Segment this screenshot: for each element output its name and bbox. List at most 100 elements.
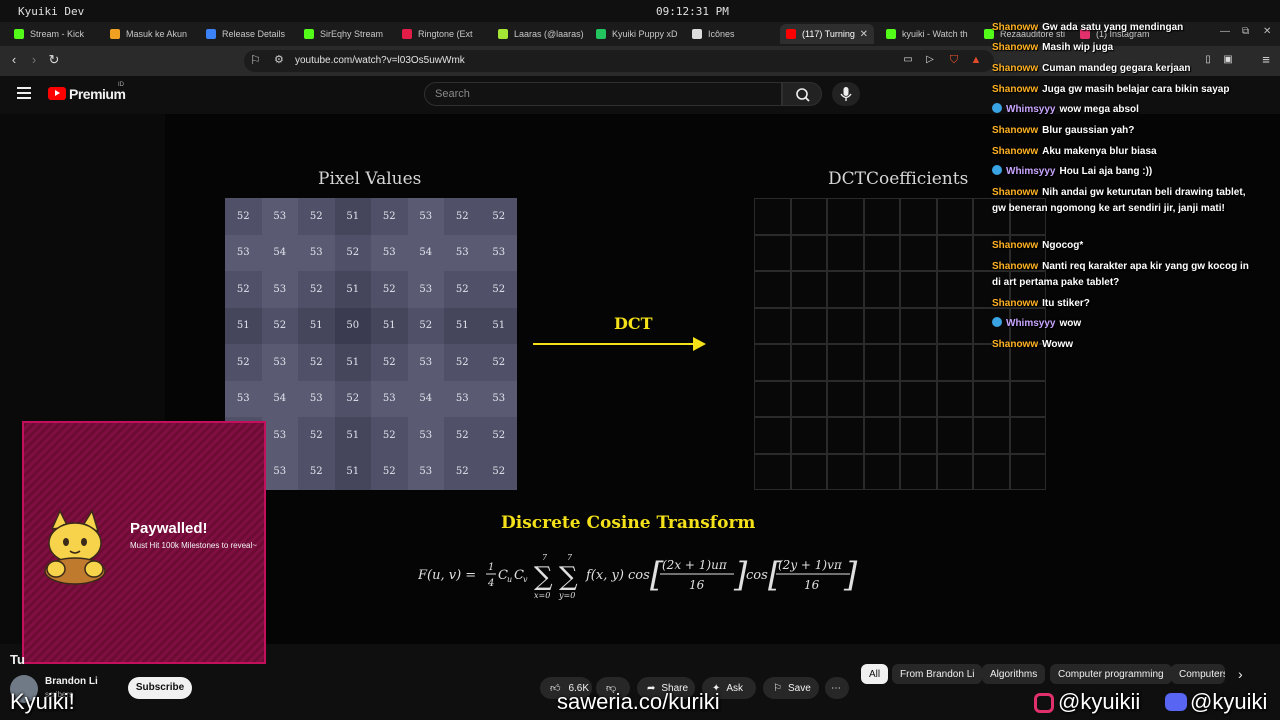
send-icon[interactable]: ▷ bbox=[922, 52, 938, 68]
search-button[interactable] bbox=[782, 82, 822, 106]
search-input[interactable]: Search bbox=[424, 82, 782, 106]
saweria-link: saweria.co/kuriki bbox=[557, 689, 720, 714]
pixel-cell: 51 bbox=[334, 198, 371, 235]
pixel-cell: 51 bbox=[225, 307, 262, 344]
browser-tab[interactable]: Kyuiki Puppy xD bbox=[590, 24, 680, 44]
tab-label: Icônes bbox=[708, 29, 735, 39]
more-actions-button[interactable]: ⋯ bbox=[825, 677, 849, 699]
forward-icon[interactable]: › bbox=[26, 52, 42, 68]
pixel-cell: 52 bbox=[298, 453, 335, 490]
pixel-cell: 52 bbox=[225, 198, 262, 235]
address-bar[interactable]: ⚐ ⚙ youtube.com/watch?v=l03Os5uwWmk bbox=[244, 50, 994, 72]
rewards-icon[interactable]: ▲ bbox=[968, 52, 984, 68]
chip-computers[interactable]: Computers bbox=[1171, 664, 1225, 684]
dct-arrow-label: DCT bbox=[614, 314, 653, 333]
pixel-cell: 50 bbox=[334, 307, 371, 344]
dct-cell bbox=[863, 198, 900, 235]
chat-message: Shanoww Woww bbox=[992, 337, 1254, 353]
chat-message: Shanoww Gw ada satu yang mendingan bbox=[992, 20, 1254, 36]
chat-username: Shanoww bbox=[992, 261, 1039, 272]
dct-cell bbox=[790, 271, 827, 308]
chip-all[interactable]: All bbox=[861, 664, 889, 684]
dct-cell bbox=[790, 453, 827, 490]
browser-tab[interactable]: Ringtone (Ext bbox=[396, 24, 488, 44]
dct-cell bbox=[1009, 380, 1046, 417]
pixel-cell: 53 bbox=[407, 271, 444, 308]
dct-cell bbox=[754, 344, 791, 381]
system-bar: Kyuiki Dev 09:12:31 PM bbox=[0, 0, 1280, 22]
pixel-cell: 53 bbox=[225, 234, 262, 271]
pixel-cell: 54 bbox=[261, 380, 298, 417]
dct-cell bbox=[973, 453, 1010, 490]
pixel-cell: 52 bbox=[444, 271, 481, 308]
dct-arrow bbox=[533, 343, 695, 345]
guide-menu-icon[interactable] bbox=[17, 87, 31, 99]
chip-algorithms[interactable]: Algorithms bbox=[982, 664, 1046, 684]
dct-cell bbox=[827, 344, 864, 381]
brave-shield-icon[interactable]: ⛉ bbox=[946, 52, 962, 68]
kick-icon bbox=[304, 29, 314, 39]
chat-message: Shanoww Juga gw masih belajar cara bikin … bbox=[992, 82, 1254, 98]
pixel-cell: 52 bbox=[371, 453, 408, 490]
chat-message: Shanoww Masih wip juga bbox=[992, 40, 1254, 56]
dct-cell bbox=[936, 198, 973, 235]
dct-cell bbox=[790, 344, 827, 381]
browser-tab[interactable]: SirEqhy Stream bbox=[298, 24, 388, 44]
dct-cell bbox=[936, 380, 973, 417]
channel-name[interactable]: Brandon Li bbox=[45, 676, 98, 687]
pixel-cell: 53 bbox=[225, 380, 262, 417]
pixel-cell: 52 bbox=[298, 417, 335, 454]
close-window-icon[interactable]: ✕ bbox=[1263, 26, 1271, 37]
chip-from-channel[interactable]: From Brandon Li bbox=[892, 664, 983, 684]
site-info-icon[interactable]: ⚙ bbox=[274, 53, 284, 66]
pixel-cell: 52 bbox=[444, 417, 481, 454]
subscribe-button[interactable]: Subscribe bbox=[128, 677, 192, 699]
dct-cell bbox=[863, 453, 900, 490]
ask-label: Ask bbox=[726, 682, 744, 694]
close-tab-icon[interactable]: ✕ bbox=[860, 29, 868, 40]
more-icon: ⋯ bbox=[831, 682, 841, 694]
instagram-handle: @kyuikii bbox=[1058, 689, 1141, 714]
browser-tab[interactable]: Masuk ke Akun bbox=[104, 24, 192, 44]
back-icon[interactable]: ‹ bbox=[6, 52, 22, 68]
browser-tab[interactable]: kyuiki - Watch th bbox=[880, 24, 972, 44]
browser-tab[interactable]: Laaras (@laaras) bbox=[492, 24, 584, 44]
menu-icon[interactable]: ≡ bbox=[1258, 52, 1274, 68]
record-icon bbox=[402, 29, 412, 39]
dct-cell bbox=[936, 271, 973, 308]
svg-text:F(u, v) =: F(u, v) = bbox=[418, 568, 476, 583]
pixel-cell: 52 bbox=[407, 307, 444, 344]
pixel-values-heading: Pixel Values bbox=[318, 169, 422, 189]
pixel-cell: 52 bbox=[480, 453, 517, 490]
pixel-cell: 52 bbox=[225, 271, 262, 308]
tab-label: Release Details bbox=[222, 29, 286, 39]
pixel-cell: 53 bbox=[261, 198, 298, 235]
browser-tab-active[interactable]: (117) Turning ✕ bbox=[780, 24, 874, 44]
pixel-cell: 53 bbox=[480, 234, 517, 271]
browser-tab[interactable]: Release Details bbox=[200, 24, 290, 44]
pixel-cell: 52 bbox=[371, 344, 408, 381]
dct-cell bbox=[863, 307, 900, 344]
chat-username: Shanoww bbox=[992, 187, 1039, 198]
chip-computer-programming[interactable]: Computer programming bbox=[1050, 664, 1172, 684]
save-button[interactable]: ⚐ Save bbox=[763, 677, 819, 699]
pixel-cell: 51 bbox=[444, 307, 481, 344]
reload-icon[interactable]: ↻ bbox=[46, 52, 62, 68]
dct-cell bbox=[973, 380, 1010, 417]
bookmark-icon[interactable]: ⚐ bbox=[250, 53, 261, 67]
chat-text: Blur gaussian yah? bbox=[1042, 125, 1135, 136]
voice-search-button[interactable] bbox=[832, 82, 860, 106]
dct-cell bbox=[754, 271, 791, 308]
pixel-cell: 52 bbox=[298, 344, 335, 381]
browser-tab[interactable]: Stream - Kick bbox=[8, 24, 96, 44]
browser-tab[interactable]: Icônes bbox=[686, 24, 774, 44]
dct-cell bbox=[936, 307, 973, 344]
youtube-brand[interactable]: Premium bbox=[69, 86, 126, 102]
chat-message: Whimsyyy wow mega absol bbox=[992, 102, 1254, 118]
bookmark-icon: ⚐ bbox=[773, 682, 782, 694]
youtube-logo-icon[interactable] bbox=[48, 87, 66, 100]
dct-cell bbox=[754, 307, 791, 344]
cast-icon[interactable]: ▭ bbox=[900, 52, 916, 68]
chevron-right-icon[interactable]: › bbox=[1238, 666, 1243, 682]
chat-text: Gw ada satu yang mendingan bbox=[1042, 22, 1184, 33]
